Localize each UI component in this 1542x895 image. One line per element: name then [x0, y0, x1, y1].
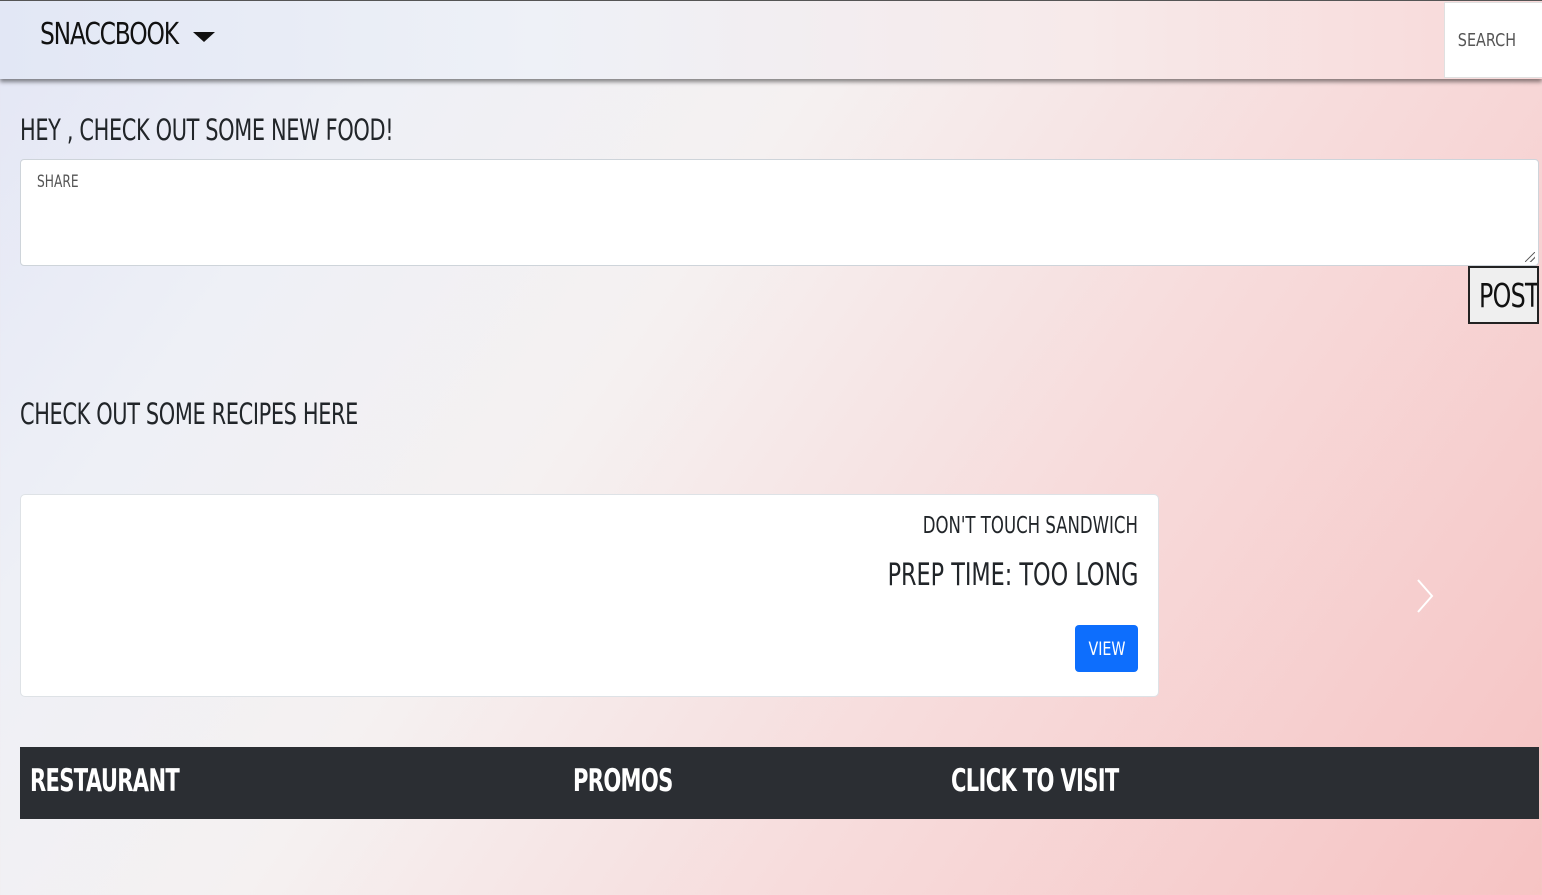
brand-logo-link[interactable]: SNACCBOOK	[40, 17, 179, 52]
resize-handle-icon[interactable]	[1525, 252, 1535, 262]
welcome-heading: HEY , CHECK OUT SOME NEW FOOD!	[20, 113, 394, 147]
post-button[interactable]: POST	[1468, 266, 1539, 324]
top-navbar: SNACCBOOK	[0, 0, 1542, 79]
post-button-label: POST	[1479, 276, 1539, 315]
view-recipe-button[interactable]: VIEW	[1075, 625, 1138, 672]
recipe-prep-time: PREP TIME: TOO LONG	[887, 557, 1138, 593]
share-textarea[interactable]	[21, 160, 1538, 265]
recipes-heading: CHECK OUT SOME RECIPES HERE	[20, 397, 359, 431]
column-header-visit: CLICK TO VISIT	[951, 763, 1119, 799]
chevron-right-icon[interactable]	[1410, 578, 1440, 614]
column-header-restaurant: RESTAURANT	[30, 763, 180, 799]
caret-down-icon[interactable]	[193, 32, 215, 42]
restaurant-table-header: RESTAURANT PROMOS CLICK TO VISIT	[20, 747, 1539, 819]
share-post-box[interactable]: SHARE	[20, 159, 1539, 266]
recipe-carousel-card: DON'T TOUCH SANDWICH PREP TIME: TOO LONG…	[20, 494, 1159, 697]
search-box[interactable]	[1444, 2, 1542, 78]
search-input[interactable]	[1445, 3, 1524, 77]
view-button-label: VIEW	[1087, 637, 1126, 660]
column-header-promos: PROMOS	[573, 763, 673, 799]
recipe-title: DON'T TOUCH SANDWICH	[922, 513, 1138, 539]
